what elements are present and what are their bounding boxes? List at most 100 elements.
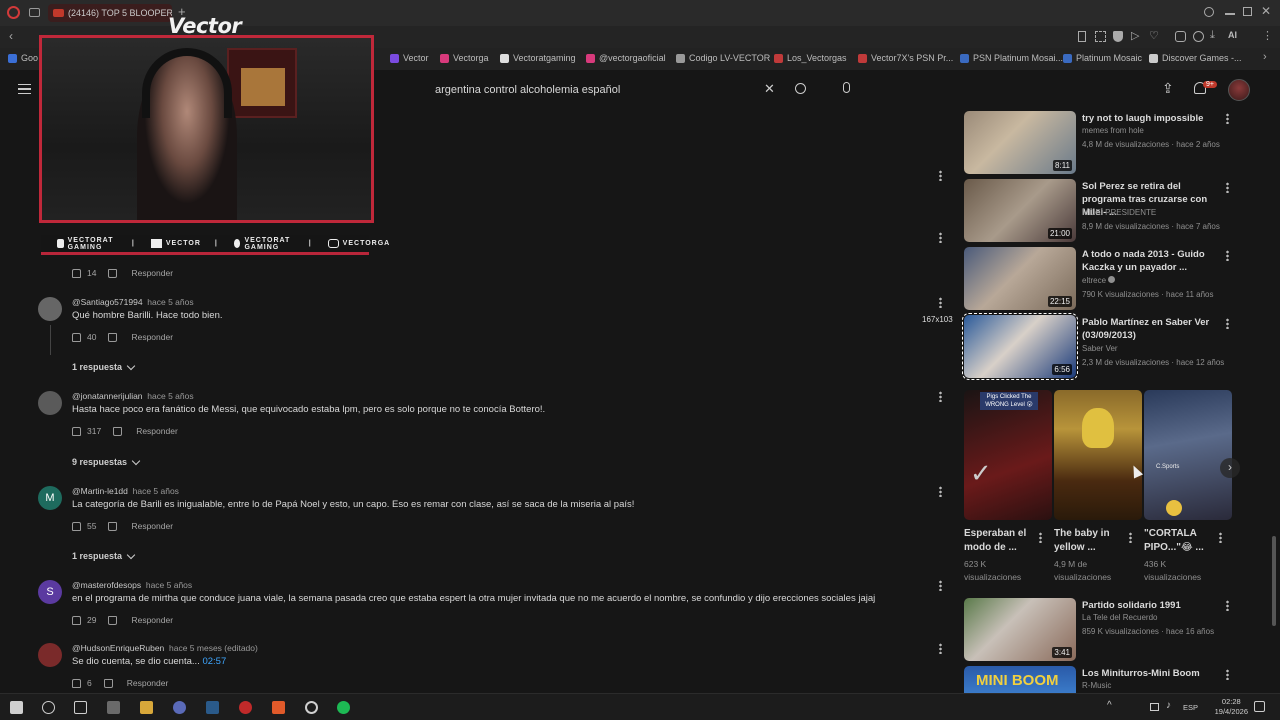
- bookmarks-more-icon[interactable]: ›: [1263, 51, 1267, 63]
- video-menu-icon[interactable]: [1226, 669, 1229, 680]
- video-title[interactable]: Pablo Martínez en Saber Ver (03/09/2013): [1082, 316, 1222, 342]
- download-icon[interactable]: ⤓: [1210, 29, 1215, 42]
- like-icon[interactable]: [72, 521, 81, 531]
- video-channel[interactable]: Saber Ver: [1082, 344, 1118, 353]
- shield-icon[interactable]: [1113, 31, 1123, 42]
- comment-menu-icon[interactable]: [939, 297, 942, 308]
- like-icon[interactable]: [72, 332, 81, 342]
- play-icon[interactable]: ▷: [1131, 29, 1139, 42]
- maximize-button[interactable]: [1243, 7, 1252, 16]
- video-thumbnail[interactable]: 22:15: [964, 247, 1076, 310]
- sidebar-video[interactable]: MINI BOOM Los Miniturros-Mini Boom R-Mus…: [964, 666, 1234, 693]
- replies-toggle[interactable]: 1 respuesta: [72, 550, 136, 561]
- hamburger-icon[interactable]: [18, 84, 31, 94]
- comment-menu-icon[interactable]: [939, 170, 942, 181]
- sidebar-video[interactable]: 21:00 Sol Perez se retira del programa t…: [964, 179, 1234, 242]
- dislike-icon[interactable]: [108, 521, 118, 531]
- language-indicator[interactable]: ESP: [1183, 703, 1198, 712]
- comment-menu-icon[interactable]: [939, 580, 942, 591]
- bookmark-item[interactable]: Vector7X's PSN Pr...: [858, 53, 953, 63]
- scrollbar[interactable]: [1272, 536, 1276, 626]
- heart-icon[interactable]: ♡: [1149, 29, 1159, 42]
- dislike-icon[interactable]: [113, 426, 123, 436]
- short-menu-icon[interactable]: [1039, 532, 1042, 543]
- video-menu-icon[interactable]: [1226, 182, 1229, 193]
- tab-active[interactable]: (24146) TOP 5 BLOOPERS: [48, 4, 172, 22]
- mic-icon[interactable]: [843, 82, 850, 93]
- video-title[interactable]: Los Miniturros-Mini Boom: [1082, 667, 1222, 680]
- video-channel[interactable]: MILEI PRESIDENTE: [1082, 208, 1156, 217]
- short-title[interactable]: "CORTALA PIPO..."😂 ...: [1144, 527, 1222, 555]
- bookmark-item[interactable]: Vector: [390, 53, 429, 63]
- tab-switcher-icon[interactable]: [29, 8, 40, 17]
- reply-button[interactable]: Responder: [131, 521, 173, 531]
- bookmark-item[interactable]: PSN Platinum Mosai...: [960, 53, 1063, 63]
- video-menu-icon[interactable]: [1226, 318, 1229, 329]
- video-channel[interactable]: eltrece: [1082, 276, 1106, 285]
- screenshot-icon[interactable]: [1095, 31, 1106, 42]
- avatar[interactable]: [38, 391, 62, 415]
- short-thumbnail[interactable]: [1054, 390, 1142, 520]
- reply-button[interactable]: Responder: [131, 615, 173, 625]
- extensions-icon[interactable]: [1175, 31, 1186, 42]
- menu-icon[interactable]: ⋮: [1262, 29, 1273, 42]
- ai-icon[interactable]: AI: [1228, 30, 1237, 40]
- shorts-next-icon[interactable]: ›: [1220, 458, 1240, 478]
- upload-icon[interactable]: ⇪: [1162, 80, 1174, 97]
- video-channel[interactable]: R-Music: [1082, 681, 1111, 690]
- clock[interactable]: 02:28 19/4/2026: [1215, 697, 1248, 717]
- xbox-icon[interactable]: [305, 701, 318, 714]
- tray-chevron-icon[interactable]: ^: [1107, 700, 1112, 711]
- network-icon[interactable]: [1150, 703, 1159, 711]
- bookmark-item[interactable]: Los_Vectorgas: [774, 53, 847, 63]
- steam-icon[interactable]: [206, 701, 219, 714]
- back-icon[interactable]: ‹: [9, 29, 13, 43]
- profile-icon[interactable]: [1193, 31, 1204, 42]
- sidebar-video[interactable]: 8:11 try not to laugh impossible memes f…: [964, 111, 1234, 174]
- video-title[interactable]: Partido solidario 1991: [1082, 599, 1222, 612]
- dislike-icon[interactable]: [108, 332, 118, 342]
- avatar[interactable]: [38, 297, 62, 321]
- like-icon[interactable]: [72, 615, 81, 625]
- search-icon[interactable]: [42, 701, 55, 714]
- volume-icon[interactable]: ♪: [1166, 700, 1171, 711]
- short-menu-icon[interactable]: [1219, 532, 1222, 543]
- bookmark-icon[interactable]: [1078, 31, 1086, 42]
- brave-icon[interactable]: [272, 701, 285, 714]
- comment-menu-icon[interactable]: [939, 232, 942, 243]
- file-explorer-icon[interactable]: [140, 701, 153, 714]
- replies-toggle[interactable]: 1 respuesta: [72, 361, 136, 372]
- video-channel[interactable]: memes from hole: [1082, 126, 1144, 135]
- close-window-button[interactable]: ✕: [1261, 4, 1271, 18]
- dislike-icon[interactable]: [108, 268, 118, 278]
- avatar[interactable]: S: [38, 580, 62, 604]
- opera-icon[interactable]: [239, 701, 252, 714]
- replies-toggle[interactable]: 9 respuestas: [72, 456, 141, 467]
- video-thumbnail[interactable]: 21:00: [964, 179, 1076, 242]
- bookmark-item[interactable]: Platinum Mosaic: [1063, 53, 1142, 63]
- app-icon[interactable]: [107, 701, 120, 714]
- bookmark-item[interactable]: Vectoratgaming: [500, 53, 576, 63]
- video-thumbnail[interactable]: 6:56: [962, 313, 1078, 380]
- avatar[interactable]: [38, 643, 62, 667]
- video-menu-icon[interactable]: [1226, 600, 1229, 611]
- reply-button[interactable]: Responder: [136, 426, 178, 436]
- comment-author[interactable]: @Martin-le1dd: [72, 486, 128, 496]
- reply-button[interactable]: Responder: [127, 678, 169, 688]
- short-title[interactable]: Esperaban el modo de ...: [964, 527, 1042, 555]
- timestamp-link[interactable]: 02:57: [202, 656, 226, 667]
- search-input[interactable]: argentina control alcoholemia español: [424, 78, 784, 102]
- like-icon[interactable]: [72, 426, 81, 436]
- comment-author[interactable]: @Santiago571994: [72, 297, 143, 307]
- bookmark-item[interactable]: @vectorgaoficial: [586, 53, 666, 63]
- bookmark-item[interactable]: Goo: [8, 53, 38, 63]
- short-thumbnail[interactable]: Pigs Clicked The WRONG Level 😮 ✓: [964, 390, 1052, 520]
- search-tabs-icon[interactable]: [1204, 7, 1214, 17]
- comment-menu-icon[interactable]: [939, 643, 942, 654]
- video-title[interactable]: A todo o nada 2013 - Guido Kaczka y un p…: [1082, 248, 1222, 274]
- clear-search-icon[interactable]: ✕: [764, 81, 775, 97]
- short-menu-icon[interactable]: [1129, 532, 1132, 543]
- avatar[interactable]: [1228, 79, 1250, 101]
- video-title[interactable]: try not to laugh impossible: [1082, 112, 1222, 125]
- comment-author[interactable]: @jonatannerijulian: [72, 391, 143, 401]
